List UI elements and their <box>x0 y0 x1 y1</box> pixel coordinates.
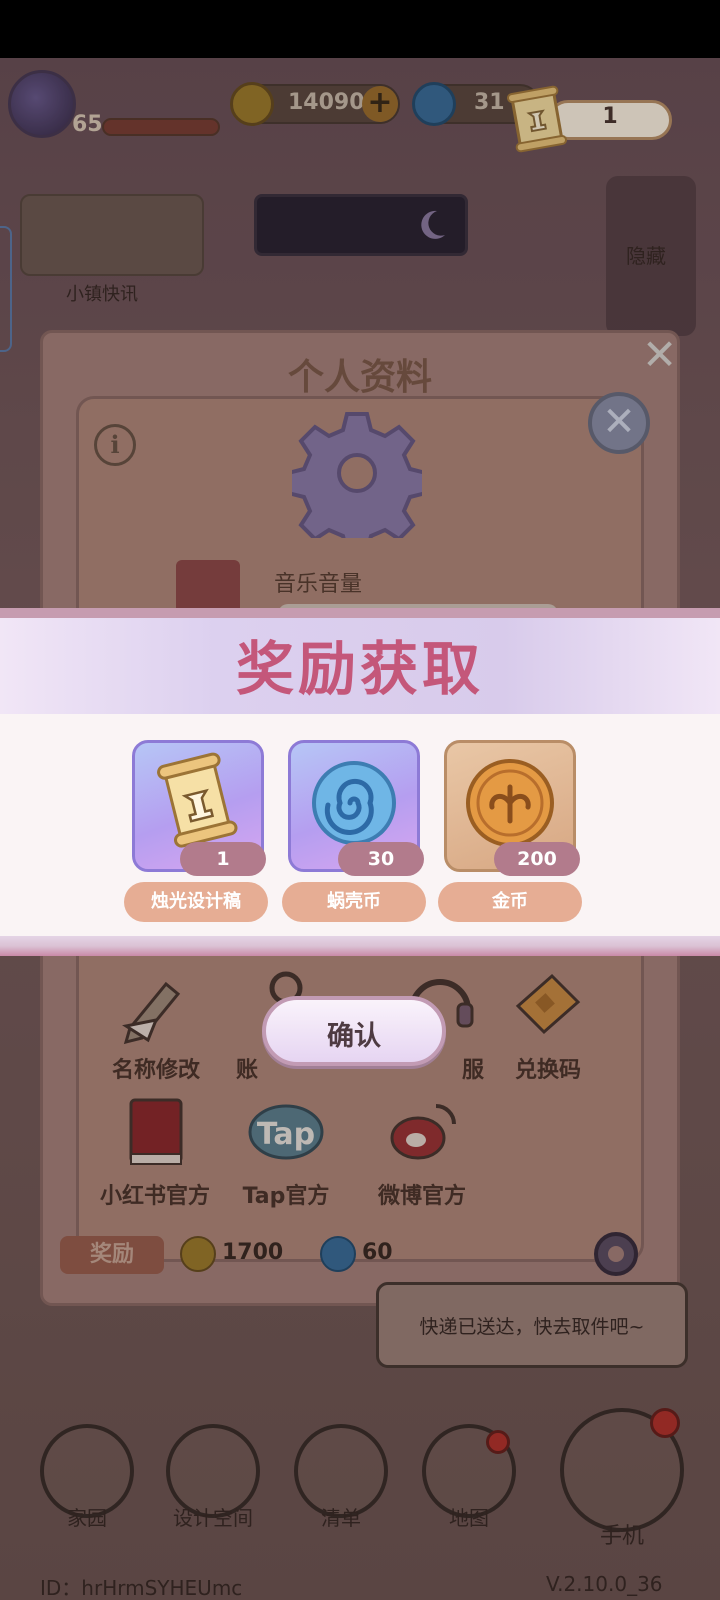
reward-popup-title: 奖励获取 <box>235 635 484 703</box>
reward-item-qty: 200 <box>494 842 580 876</box>
reward-item-qty: 1 <box>180 842 266 876</box>
reward-banner-top-edge <box>0 608 720 618</box>
confirm-button-label: 确认 <box>327 1021 381 1052</box>
status-bar <box>0 0 720 58</box>
reward-item-qty: 30 <box>338 842 424 876</box>
reward-item-name: 烛光设计稿 <box>124 882 268 922</box>
reward-item-name: 金币 <box>438 882 582 922</box>
reward-banner-bottom-edge <box>0 936 720 956</box>
reward-item-name: 蜗壳币 <box>282 882 426 922</box>
